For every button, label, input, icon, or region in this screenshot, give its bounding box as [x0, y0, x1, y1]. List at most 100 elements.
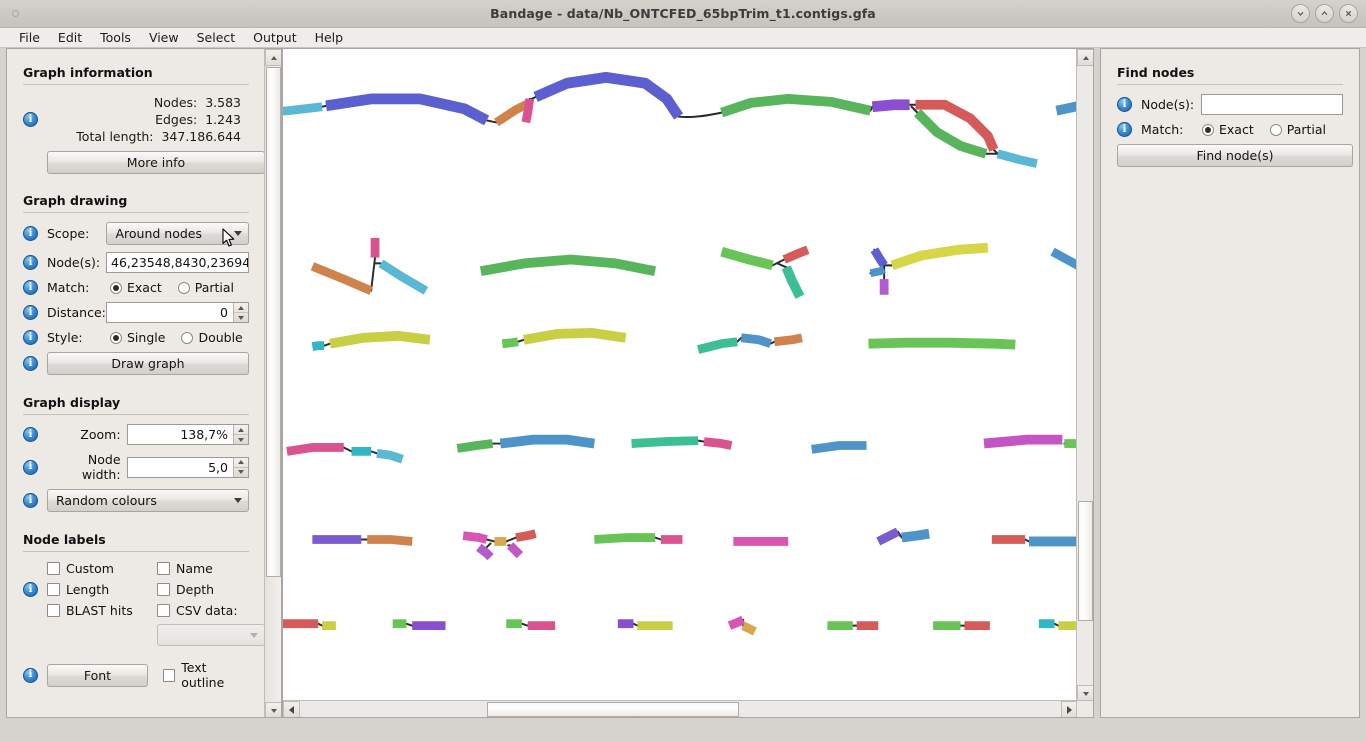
- graph-node[interactable]: [868, 337, 1016, 350]
- info-icon[interactable]: i: [23, 112, 38, 127]
- graph-node[interactable]: [740, 333, 772, 348]
- menu-tools[interactable]: Tools: [91, 29, 140, 46]
- graph-node[interactable]: [870, 247, 888, 268]
- font-button[interactable]: Font: [47, 663, 148, 687]
- checkbox-name[interactable]: Name: [157, 561, 213, 576]
- scroll-left-icon[interactable]: [283, 701, 300, 717]
- checkbox-custom[interactable]: Custom: [47, 561, 157, 576]
- graph-node[interactable]: [325, 93, 490, 126]
- scroll-down-icon[interactable]: [265, 702, 281, 717]
- style-double-radio[interactable]: Double: [181, 330, 243, 345]
- graph-node[interactable]: [876, 527, 900, 546]
- graph-node[interactable]: [631, 436, 699, 448]
- checkbox-length[interactable]: Length: [47, 582, 157, 597]
- graph-node[interactable]: [329, 330, 431, 349]
- find-match-exact-radio[interactable]: Exact: [1202, 122, 1254, 137]
- menu-output[interactable]: Output: [244, 29, 305, 46]
- graph-node[interactable]: [376, 448, 404, 464]
- graph-node[interactable]: [720, 246, 774, 271]
- graph-node[interactable]: [521, 98, 535, 124]
- draw-match-exact-radio[interactable]: Exact: [110, 280, 162, 295]
- graph-canvas[interactable]: [283, 49, 1078, 702]
- stepper-down-icon[interactable]: [234, 313, 248, 322]
- graph-node[interactable]: [774, 333, 803, 347]
- stepper-up-icon[interactable]: [234, 425, 248, 435]
- menu-help[interactable]: Help: [306, 29, 353, 46]
- menu-select[interactable]: Select: [188, 29, 245, 46]
- maximize-icon[interactable]: [1315, 4, 1334, 23]
- minimize-icon[interactable]: [1291, 4, 1310, 23]
- colour-scheme-dropdown[interactable]: Random colours: [47, 489, 249, 512]
- find-nodes-input[interactable]: [1201, 94, 1343, 115]
- graph-canvas-view[interactable]: [282, 48, 1094, 718]
- node-width-stepper[interactable]: 5,0: [126, 456, 249, 478]
- info-icon[interactable]: i: [23, 330, 38, 345]
- info-icon[interactable]: i: [23, 280, 38, 295]
- menu-edit[interactable]: Edit: [49, 29, 91, 46]
- scrollbar-thumb[interactable]: [266, 67, 281, 577]
- stepper-arrows[interactable]: [233, 457, 248, 477]
- info-icon[interactable]: i: [23, 667, 38, 683]
- graph-node[interactable]: [499, 434, 596, 449]
- checkbox-blast-hits[interactable]: BLAST hits: [47, 603, 157, 618]
- menu-view[interactable]: View: [140, 29, 188, 46]
- graph-node[interactable]: [533, 71, 684, 120]
- info-icon[interactable]: i: [23, 356, 38, 371]
- scrollbar-thumb[interactable]: [1078, 501, 1093, 621]
- checkbox-depth[interactable]: Depth: [157, 582, 214, 597]
- graph-node[interactable]: [983, 434, 1063, 449]
- stepper-down-icon[interactable]: [234, 468, 248, 477]
- graph-node[interactable]: [367, 535, 413, 546]
- graph-node[interactable]: [462, 531, 488, 544]
- graph-node[interactable]: [811, 441, 867, 454]
- graph-node[interactable]: [741, 621, 757, 636]
- graph-node[interactable]: [869, 265, 886, 278]
- graph-node[interactable]: [996, 149, 1038, 168]
- canvas-horizontal-scrollbar[interactable]: [283, 700, 1078, 717]
- menu-file[interactable]: File: [10, 29, 49, 46]
- stepper-down-icon[interactable]: [234, 435, 248, 444]
- draw-graph-button[interactable]: Draw graph: [47, 352, 249, 375]
- graph-node[interactable]: [286, 443, 344, 456]
- canvas-vertical-scrollbar[interactable]: [1076, 49, 1093, 702]
- graph-node[interactable]: [594, 533, 656, 544]
- checkbox-csv-data[interactable]: CSV data:: [157, 603, 238, 618]
- assembly-graph-drawing[interactable]: [283, 49, 1078, 702]
- window-menu-dot[interactable]: [12, 10, 19, 17]
- graph-node[interactable]: [890, 242, 989, 270]
- graph-node[interactable]: [507, 542, 524, 559]
- graph-node[interactable]: [697, 337, 738, 354]
- graph-nodes[interactable]: [283, 71, 1078, 636]
- graph-node[interactable]: [703, 437, 733, 450]
- info-icon[interactable]: i: [23, 493, 38, 508]
- graph-node[interactable]: [476, 543, 494, 561]
- info-icon[interactable]: i: [23, 582, 38, 597]
- style-single-radio[interactable]: Single: [110, 330, 165, 345]
- info-icon[interactable]: i: [1117, 122, 1132, 137]
- draw-nodes-input[interactable]: 46,23548,8430,23694: [106, 252, 249, 273]
- scroll-up-icon[interactable]: [265, 49, 281, 66]
- stepper-arrows[interactable]: [233, 303, 248, 322]
- graph-node[interactable]: [479, 254, 657, 277]
- left-panel-scrollbar[interactable]: [264, 49, 281, 717]
- info-icon[interactable]: i: [23, 305, 38, 320]
- info-icon[interactable]: i: [23, 255, 38, 270]
- graph-node[interactable]: [378, 259, 429, 295]
- info-icon[interactable]: i: [23, 427, 38, 442]
- graph-node[interactable]: [871, 99, 910, 113]
- find-match-partial-radio[interactable]: Partial: [1269, 122, 1326, 137]
- graph-node[interactable]: [781, 265, 805, 299]
- graph-node[interactable]: [1050, 247, 1078, 275]
- stepper-up-icon[interactable]: [234, 303, 248, 313]
- graph-node[interactable]: [720, 94, 872, 118]
- distance-stepper[interactable]: 0: [106, 302, 249, 323]
- graph-node[interactable]: [522, 328, 627, 345]
- draw-match-partial-radio[interactable]: Partial: [177, 280, 234, 295]
- zoom-stepper[interactable]: 138,7%: [126, 424, 249, 445]
- graph-node[interactable]: [283, 102, 323, 116]
- checkbox-text-outline[interactable]: Text outline: [162, 660, 249, 690]
- stepper-up-icon[interactable]: [234, 458, 248, 468]
- graph-node[interactable]: [782, 245, 810, 264]
- graph-node[interactable]: [311, 341, 325, 351]
- scope-dropdown[interactable]: Around nodes: [106, 222, 249, 245]
